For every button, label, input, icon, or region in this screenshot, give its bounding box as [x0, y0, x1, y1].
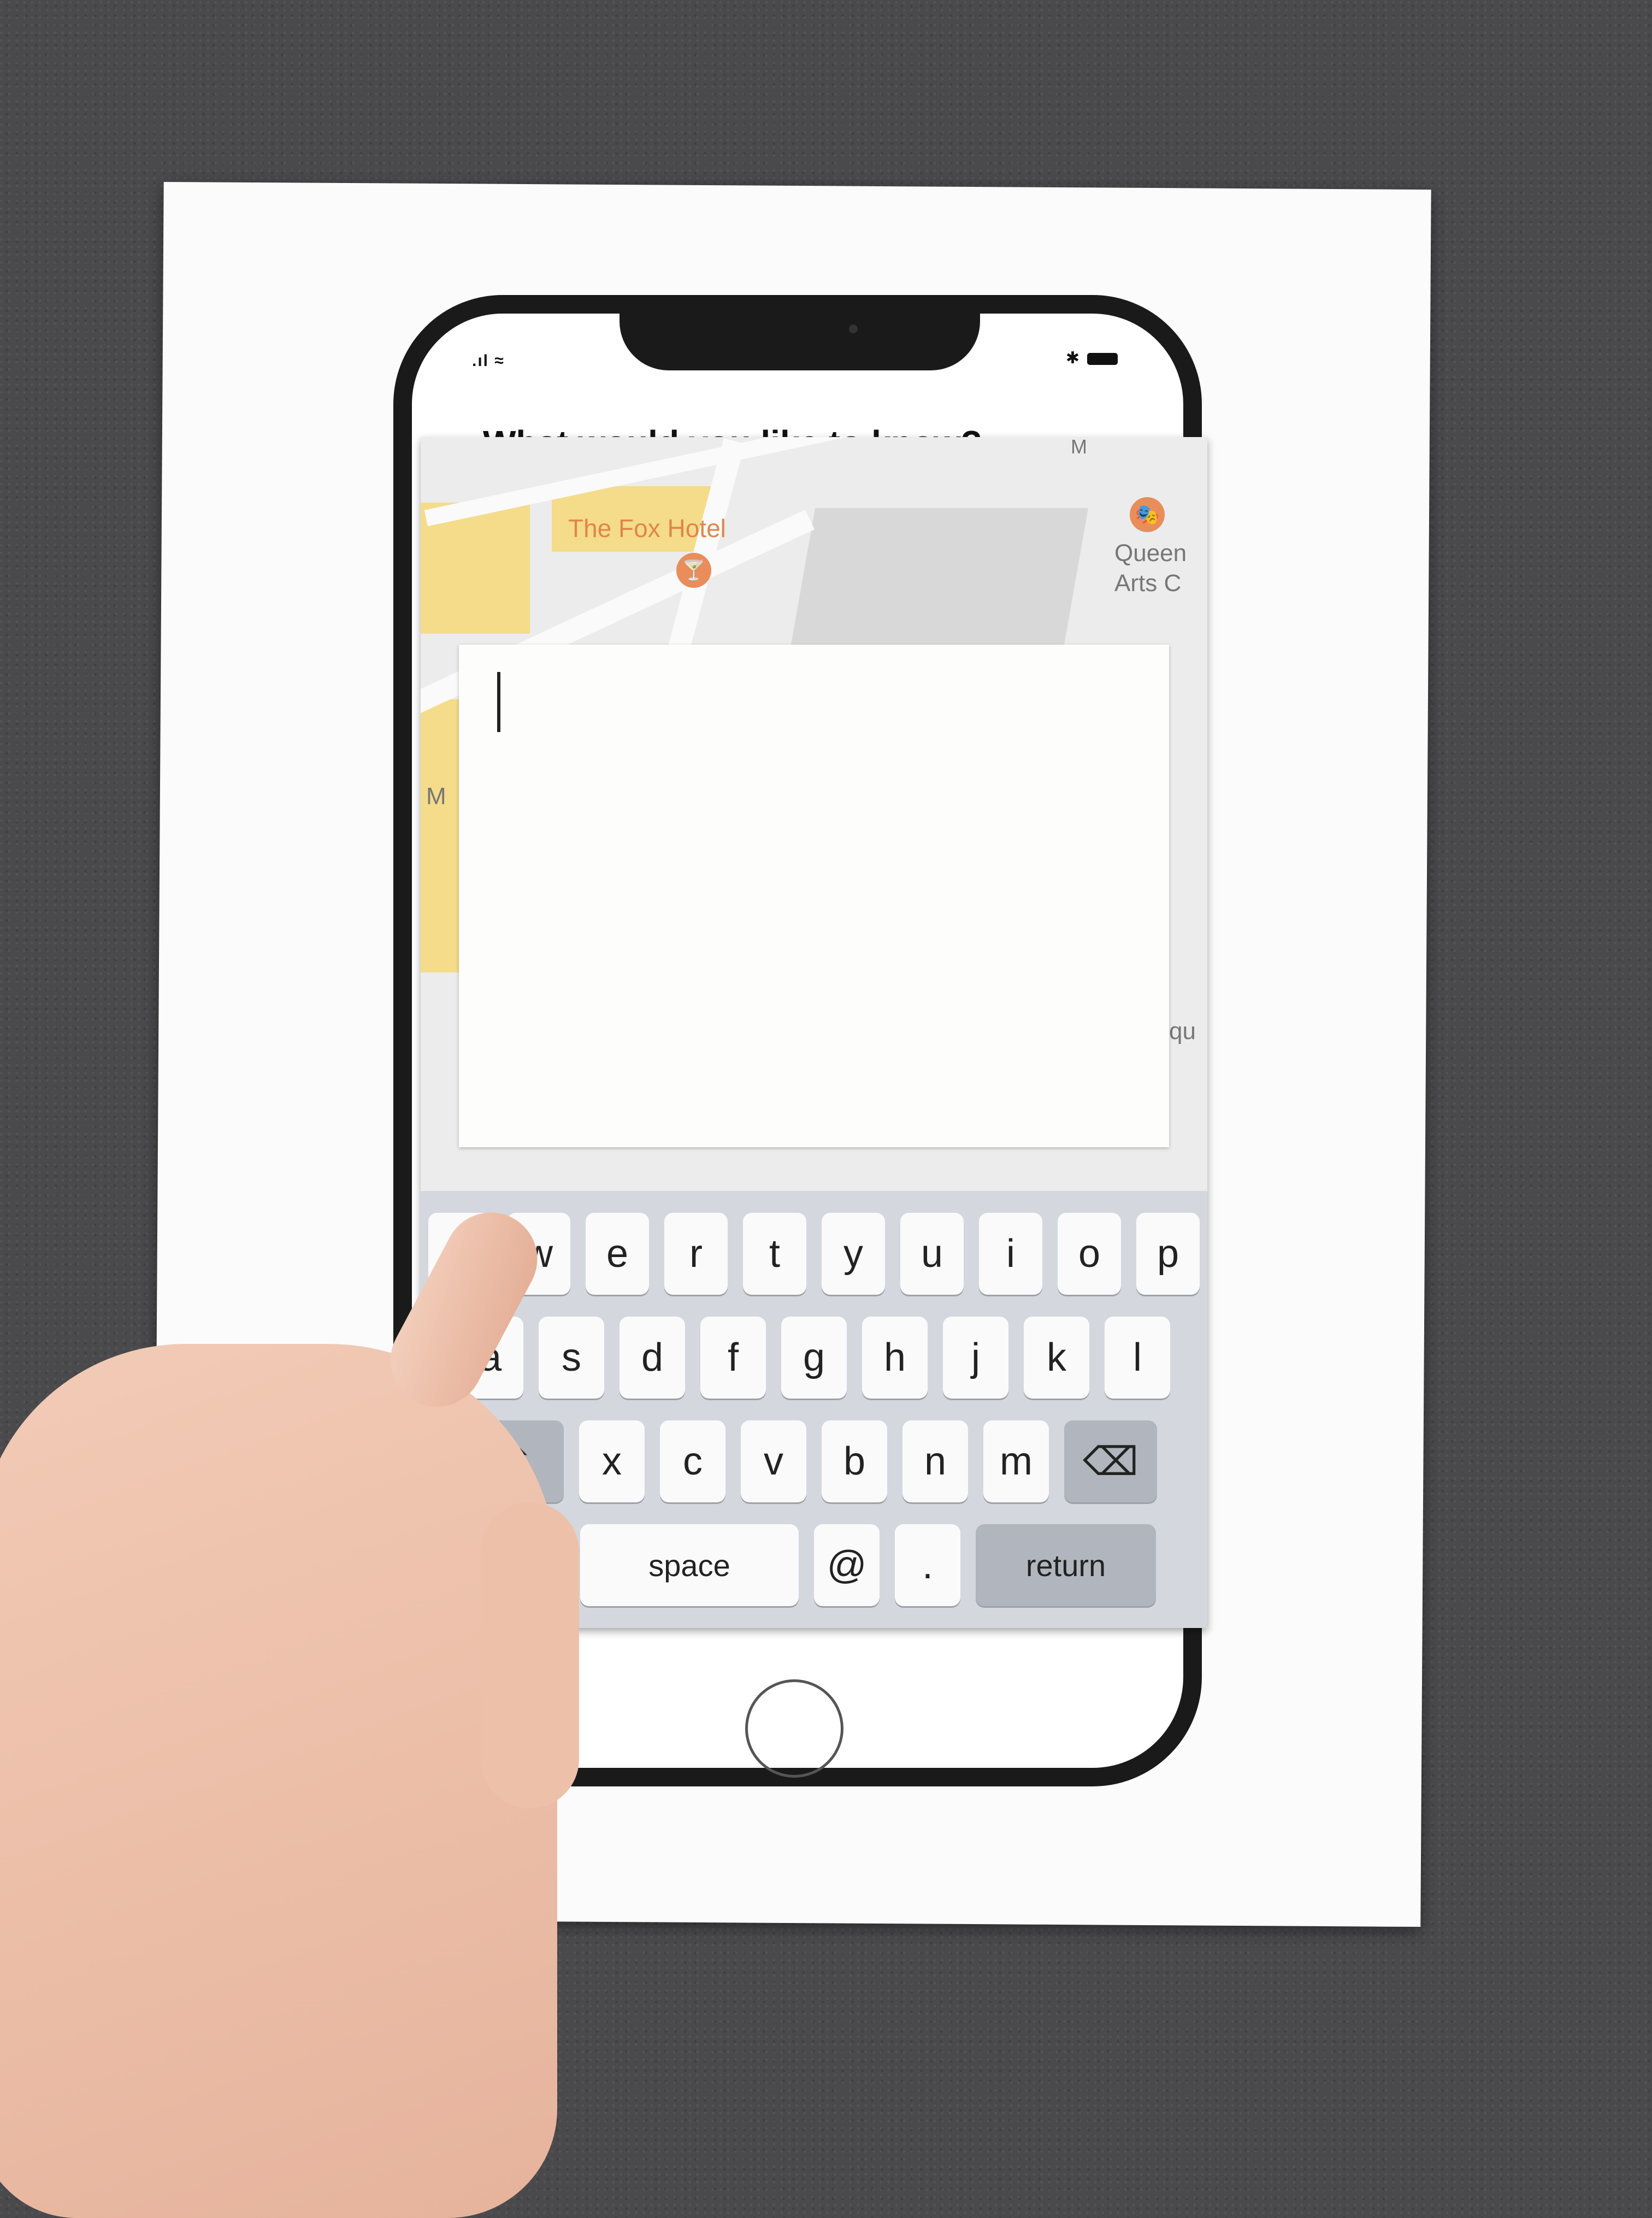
delete-icon[interactable]: ⌫ — [1064, 1420, 1157, 1502]
theater-icon[interactable]: 🎭 — [1130, 497, 1165, 532]
at-key[interactable]: @ — [814, 1524, 880, 1606]
home-button[interactable] — [745, 1679, 843, 1778]
key-b[interactable]: b — [822, 1420, 887, 1502]
key-o[interactable]: o — [1058, 1213, 1121, 1295]
key-i[interactable]: i — [979, 1213, 1042, 1295]
user-hand — [0, 1344, 557, 2218]
return-key[interactable]: return — [976, 1524, 1156, 1606]
key-u[interactable]: u — [900, 1213, 964, 1295]
key-k[interactable]: k — [1024, 1317, 1089, 1399]
key-v[interactable]: v — [741, 1420, 806, 1502]
notch — [620, 310, 980, 370]
key-f[interactable]: f — [700, 1317, 766, 1399]
key-s[interactable]: s — [539, 1317, 604, 1399]
poi-label-queen-line2: Arts C — [1114, 570, 1182, 597]
key-h[interactable]: h — [862, 1317, 928, 1399]
key-p[interactable]: p — [1136, 1213, 1200, 1295]
poi-label-queen-line1: Queen — [1114, 540, 1187, 567]
key-t[interactable]: t — [743, 1213, 806, 1295]
text-input-card[interactable] — [459, 645, 1169, 1147]
middle-finger — [481, 1502, 579, 1808]
key-l[interactable]: l — [1105, 1317, 1170, 1399]
text-cursor — [497, 672, 500, 732]
map-edge-text-left: M — [426, 783, 446, 810]
key-y[interactable]: y — [822, 1213, 885, 1295]
cocktail-icon[interactable]: 🍸 — [676, 553, 711, 588]
key-x[interactable]: x — [579, 1420, 645, 1502]
key-g[interactable]: g — [781, 1317, 847, 1399]
map-edge-text-right: qu — [1169, 1018, 1196, 1045]
space-key[interactable]: space — [580, 1524, 799, 1606]
signal-icon: .ıl ≈ — [472, 352, 505, 370]
poi-label-fox-hotel: The Fox Hotel — [568, 514, 726, 542]
dot-key[interactable]: . — [895, 1524, 960, 1606]
key-j[interactable]: j — [943, 1317, 1008, 1399]
key-n[interactable]: n — [902, 1420, 968, 1502]
key-e[interactable]: e — [586, 1213, 649, 1295]
camera-icon — [849, 325, 858, 333]
key-m[interactable]: m — [983, 1420, 1049, 1502]
key-c[interactable]: c — [660, 1420, 725, 1502]
key-r[interactable]: r — [664, 1213, 728, 1295]
map[interactable]: The Fox Hotel 🍸 🎭 Queen Arts C M M qu — [421, 437, 1207, 1191]
map-edge-text-top: M — [1071, 437, 1087, 458]
battery-icon: ✱ — [1066, 349, 1118, 368]
key-d[interactable]: d — [620, 1317, 685, 1399]
prototype-overlay: The Fox Hotel 🍸 🎭 Queen Arts C M M qu q … — [421, 437, 1207, 1628]
